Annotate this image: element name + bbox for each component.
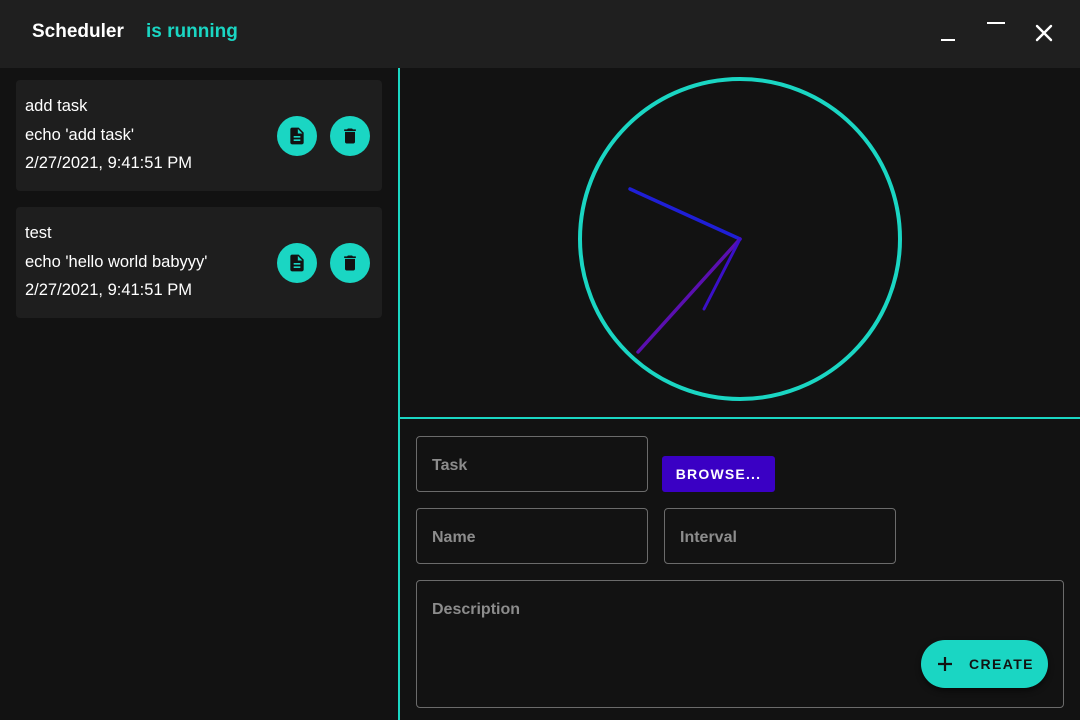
analog-clock (578, 77, 902, 401)
browse-button[interactable]: BROWSE... (662, 456, 775, 492)
task-card: test echo 'hello world babyyy' 2/27/2021… (16, 207, 382, 318)
document-icon (290, 127, 304, 145)
task-placeholder: Task (432, 457, 468, 474)
close-icon (1035, 24, 1053, 42)
create-button[interactable]: CREATE (921, 640, 1048, 688)
interval-placeholder: Interval (680, 529, 737, 546)
name-placeholder: Name (432, 529, 476, 546)
minute-hand (636, 237, 742, 354)
hour-hand (628, 187, 742, 241)
horizontal-divider (400, 417, 1080, 419)
task-input[interactable]: Task (416, 436, 648, 492)
plus-icon (938, 657, 952, 671)
close-button[interactable] (1024, 14, 1064, 54)
clock-panel (400, 68, 1080, 417)
task-timestamp: 2/27/2021, 9:41:51 PM (25, 154, 192, 172)
minimize-button[interactable] (928, 14, 968, 54)
view-task-button[interactable] (277, 116, 317, 156)
task-timestamp: 2/27/2021, 9:41:51 PM (25, 281, 192, 299)
status-label: is running (146, 21, 238, 42)
title-bar: Scheduler is running (0, 0, 1080, 68)
trash-icon (344, 128, 356, 144)
task-command: echo 'add task' (25, 126, 135, 144)
create-label: CREATE (969, 656, 1034, 672)
app-title: Scheduler (32, 21, 124, 42)
minimize-icon (941, 39, 955, 41)
trash-icon (344, 255, 356, 271)
description-placeholder: Description (432, 601, 521, 618)
interval-input[interactable]: Interval (664, 508, 896, 564)
task-name: test (25, 224, 52, 242)
delete-task-button[interactable] (330, 116, 370, 156)
view-task-button[interactable] (277, 243, 317, 283)
task-card: add task echo 'add task' 2/27/2021, 9:41… (16, 80, 382, 191)
task-name: add task (25, 97, 88, 115)
maximize-icon (987, 22, 1005, 24)
document-icon (290, 254, 304, 272)
delete-task-button[interactable] (330, 243, 370, 283)
name-input[interactable]: Name (416, 508, 648, 564)
maximize-button[interactable] (976, 14, 1016, 54)
task-command: echo 'hello world babyyy' (25, 253, 208, 271)
